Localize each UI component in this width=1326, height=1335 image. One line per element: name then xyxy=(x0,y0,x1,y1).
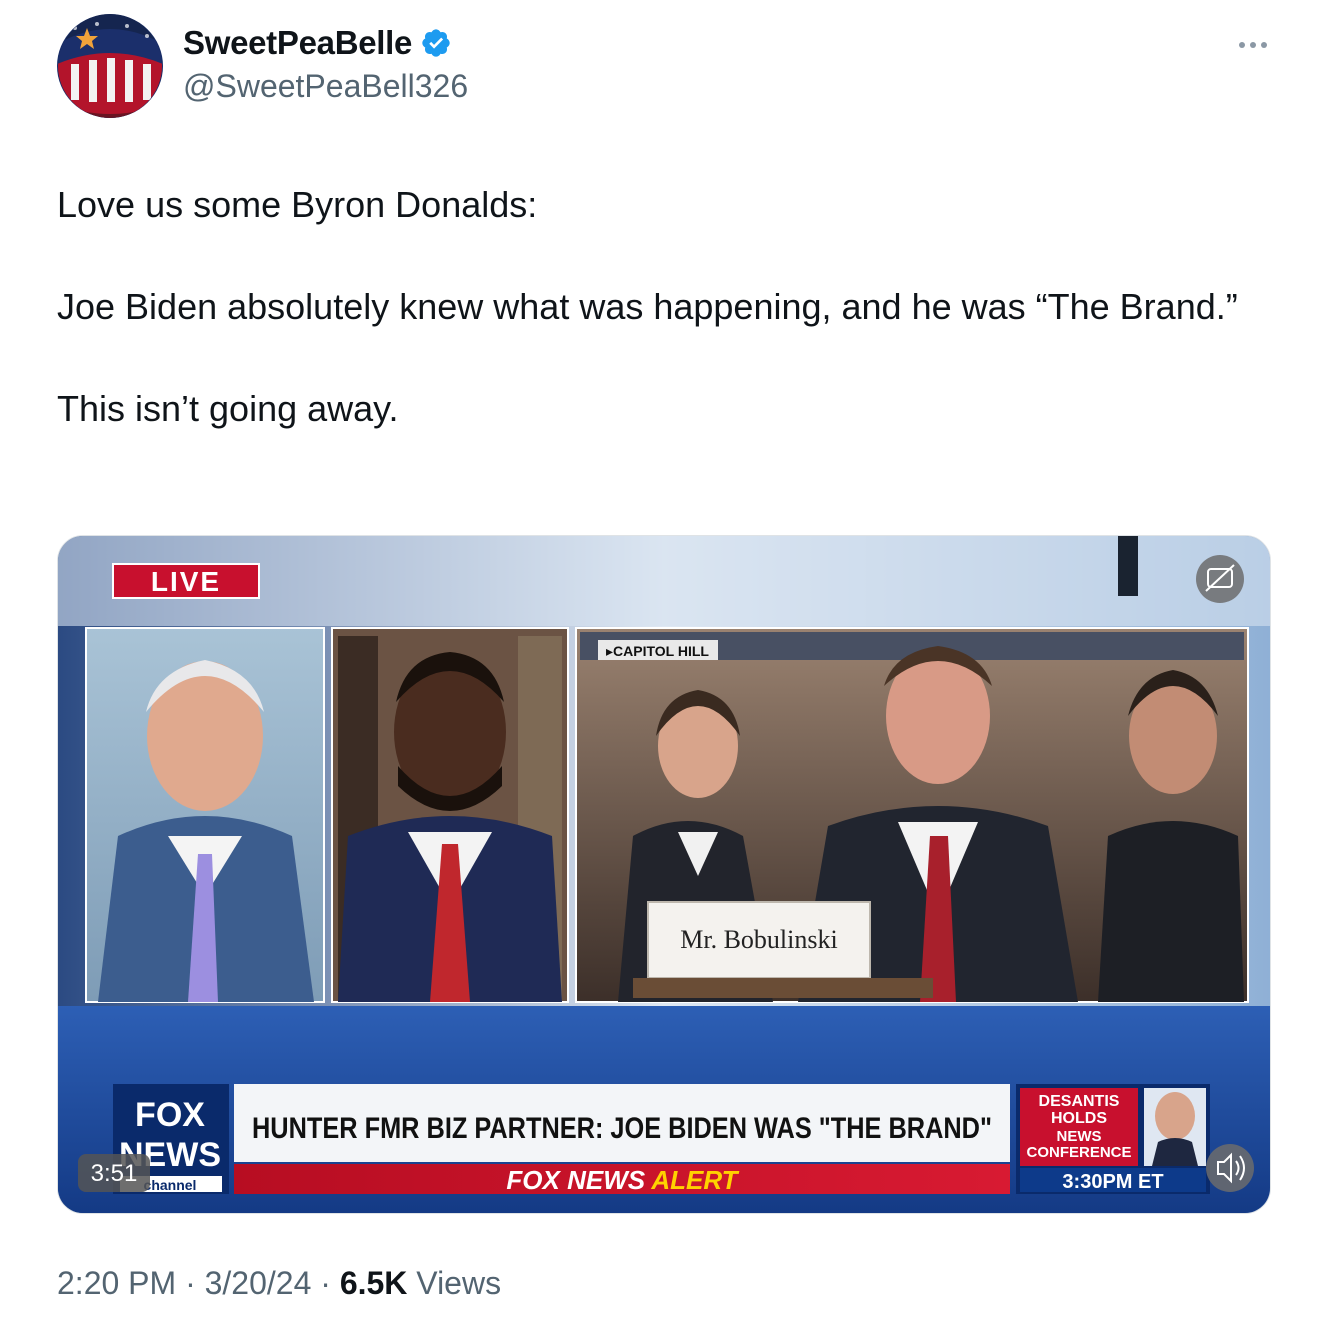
captions-icon[interactable] xyxy=(1196,555,1244,603)
live-badge-label: LIVE xyxy=(151,566,221,597)
volume-icon[interactable] xyxy=(1206,1144,1254,1192)
views-label: Views xyxy=(416,1265,502,1301)
svg-text:HOLDS: HOLDS xyxy=(1051,1110,1107,1127)
headline-text: HUNTER FMR BIZ PARTNER: JOE BIDEN WAS "T… xyxy=(252,1112,992,1145)
live-badge: LIVE xyxy=(112,563,260,599)
video-duration: 3:51 xyxy=(78,1154,150,1192)
tweet-paragraph: Love us some Byron Donalds: xyxy=(57,184,538,225)
svg-text:FOX: FOX xyxy=(135,1096,205,1134)
tweet-meta: 2:20 PM · 3/20/24 · 6.5K Views xyxy=(57,1265,501,1302)
promo-box: DESANTIS HOLDS NEWS CONFERENCE 3:30PM ET xyxy=(1016,1084,1210,1194)
video-player[interactable]: LIVE ▸CAPITOL HILL Mr. Bobulinski FOX NE… xyxy=(57,535,1271,1214)
separator: · xyxy=(320,1265,331,1301)
location-tag: ▸CAPITOL HILL xyxy=(606,643,709,659)
verified-badge-icon[interactable] xyxy=(420,27,452,59)
tweet-text: Love us some Byron Donalds: Joe Biden ab… xyxy=(57,178,1247,435)
author-display-name[interactable]: SweetPeaBelle xyxy=(183,24,412,62)
svg-text:NEWS: NEWS xyxy=(1057,1128,1102,1145)
author-handle[interactable]: @SweetPeaBell326 xyxy=(183,68,468,105)
hearing-panel: ▸CAPITOL HILL Mr. Bobulinski xyxy=(575,627,1249,1003)
patriotic-lips-avatar xyxy=(58,14,162,118)
fox-news-alert: FOX NEWS ALERT xyxy=(506,1165,739,1195)
more-options-icon[interactable] xyxy=(1236,30,1270,60)
avatar[interactable] xyxy=(57,14,163,118)
video-frame: LIVE ▸CAPITOL HILL Mr. Bobulinski FOX NE… xyxy=(58,536,1270,1213)
congressman-panel xyxy=(331,627,569,1003)
anchor-panel xyxy=(85,627,325,1003)
svg-text:CONFERENCE: CONFERENCE xyxy=(1026,1144,1131,1161)
video-duration-label: 3:51 xyxy=(91,1160,138,1187)
views-count: 6.5K xyxy=(339,1265,408,1301)
name-placard: Mr. Bobulinski xyxy=(680,925,837,954)
svg-text:channel: channel xyxy=(144,1177,197,1193)
tweet-paragraph: Joe Biden absolutely knew what was happe… xyxy=(57,286,1238,327)
tweet-time[interactable]: 2:20 PM xyxy=(57,1265,176,1301)
tweet-paragraph: This isn’t going away. xyxy=(57,388,399,429)
lower-third: FOX NEWS channel HUNTER FMR BIZ PARTNER:… xyxy=(113,1084,1210,1195)
author-name-row: SweetPeaBelle xyxy=(183,24,452,62)
separator: · xyxy=(185,1265,196,1301)
svg-text:DESANTIS: DESANTIS xyxy=(1039,1093,1120,1110)
promo-time: 3:30PM ET xyxy=(1062,1171,1163,1193)
tweet-date[interactable]: 3/20/24 xyxy=(205,1265,312,1301)
